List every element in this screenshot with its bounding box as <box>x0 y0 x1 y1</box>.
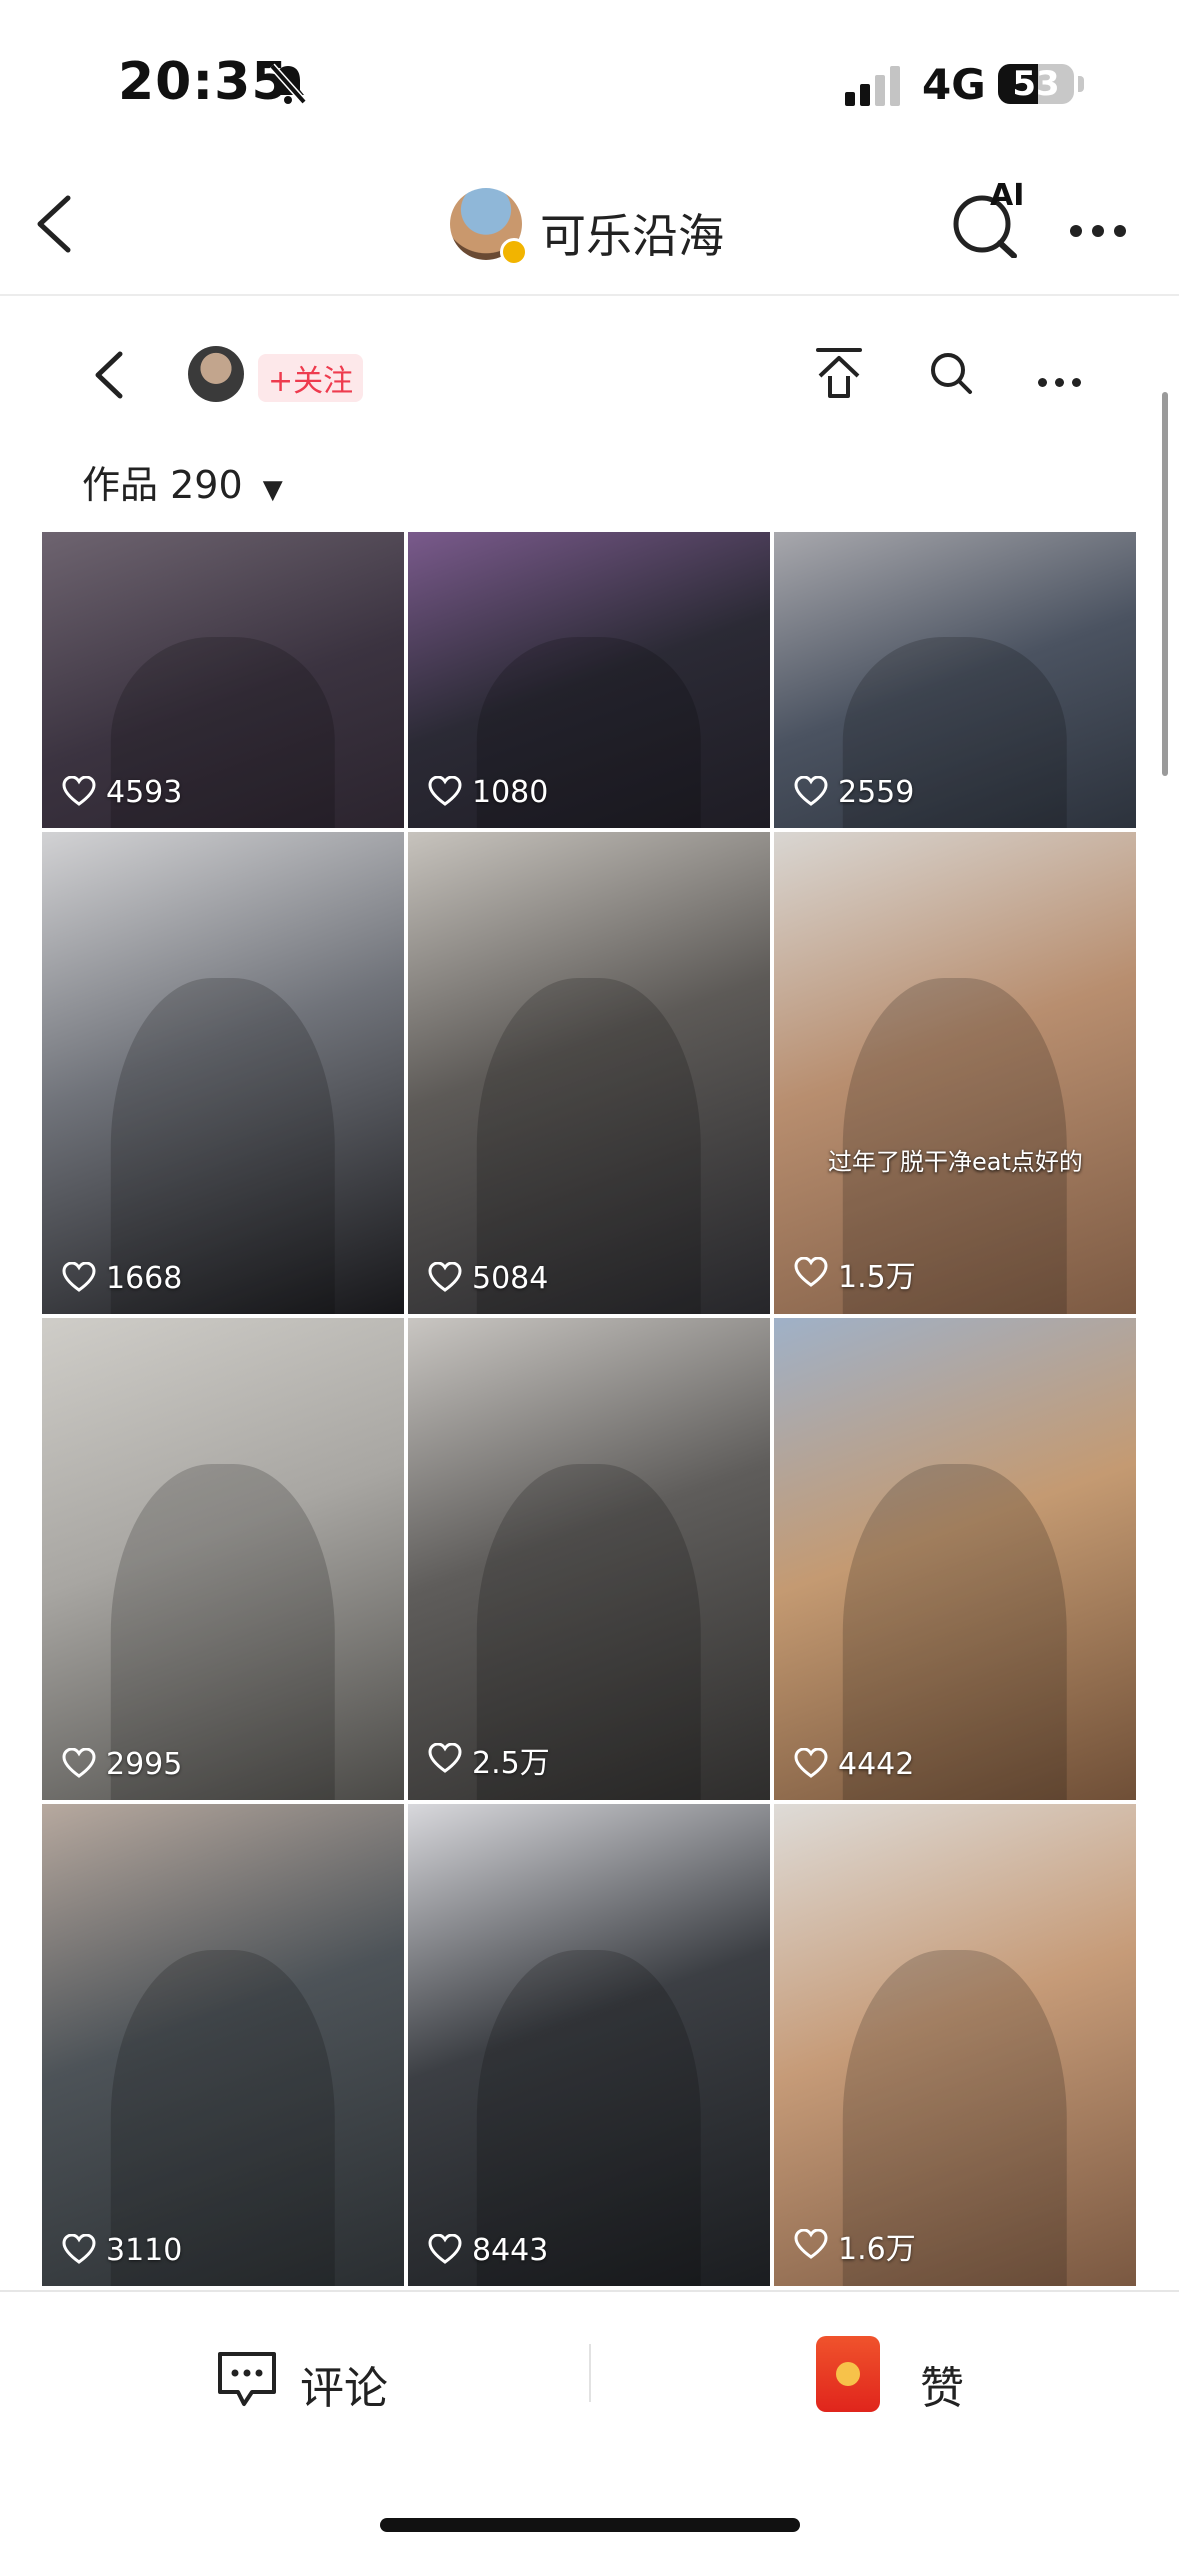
comment-button[interactable] <box>214 2348 280 2414</box>
red-envelope-icon[interactable] <box>816 2336 880 2412</box>
like-count: 5084 <box>472 1261 549 1296</box>
heart-icon <box>428 1260 462 1296</box>
comment-label[interactable]: 评论 <box>300 2352 388 2416</box>
silent-bell-icon <box>268 62 308 110</box>
works-count: 290 <box>170 463 243 507</box>
chevron-left-icon <box>37 195 71 253</box>
video-thumbnail[interactable]: 8443 <box>408 1804 770 2286</box>
heart-icon <box>62 2232 96 2268</box>
like-count-overlay: 2559 <box>794 774 915 810</box>
video-thumbnail[interactable]: 2.5万 <box>408 1318 770 1800</box>
like-count: 2559 <box>838 775 915 810</box>
page-title: 可乐沿海 <box>540 209 724 263</box>
share-button[interactable] <box>812 346 866 406</box>
heart-icon <box>428 1742 462 1777</box>
top-header: 可乐沿海 AI <box>0 150 1179 296</box>
profile-search-button[interactable] <box>928 350 974 400</box>
like-count-overlay: 1668 <box>62 1260 183 1296</box>
heart-icon <box>62 774 96 810</box>
like-count-overlay: 2.5万 <box>428 1738 550 1782</box>
heart-icon <box>62 1260 96 1296</box>
heart-icon <box>62 1746 96 1782</box>
like-count: 1.5万 <box>838 1260 916 1295</box>
cellular-signal-icon <box>845 66 905 110</box>
more-dot <box>1055 378 1064 387</box>
comment-icon <box>218 2352 276 2406</box>
video-caption: 过年了脱干净eat点好的 <box>828 1148 1083 1176</box>
like-count: 8443 <box>472 2233 549 2268</box>
profile-avatar[interactable] <box>188 346 244 402</box>
like-count-overlay: 8443 <box>428 2232 549 2268</box>
dropdown-triangle-icon: ▼ <box>262 475 283 505</box>
profile-back-button[interactable] <box>92 348 128 406</box>
like-count-overlay: 2995 <box>62 1746 183 1782</box>
status-bar: 20:35 4G 53 <box>0 0 1179 150</box>
more-dot <box>1072 378 1081 387</box>
verified-badge-icon <box>500 238 528 266</box>
heart-icon <box>794 774 828 810</box>
like-count-overlay: 3110 <box>62 2232 183 2268</box>
video-thumbnail[interactable]: 3110 <box>42 1804 404 2286</box>
envelope-seal <box>836 2362 860 2386</box>
like-label[interactable]: 赞 <box>920 2352 964 2416</box>
video-thumbnail[interactable]: 2559 <box>774 532 1136 828</box>
battery-icon: 53 <box>998 64 1074 104</box>
home-indicator <box>380 2518 800 2532</box>
bottom-action-bar: 评论 赞 <box>0 2290 1179 2558</box>
like-count: 2995 <box>106 1747 183 1782</box>
battery-tip <box>1078 76 1084 92</box>
battery-level: 53 <box>1012 64 1060 104</box>
like-count-overlay: 1.6万 <box>794 2224 916 2268</box>
video-thumbnail[interactable]: 1080 <box>408 532 770 828</box>
video-thumbnail[interactable]: 1668 <box>42 832 404 1314</box>
scrollbar[interactable] <box>1162 392 1168 776</box>
video-thumbnail[interactable]: 4442 <box>774 1318 1136 1800</box>
like-count: 3110 <box>106 2233 183 2268</box>
video-thumbnail[interactable]: 4593 <box>42 532 404 828</box>
profile-screenshot: +关注 作品 290 ▼ 4593 1080 2559 1668 5084 过年了脱干净e… <box>0 296 1179 2286</box>
heart-icon <box>428 2232 462 2268</box>
video-thumbnail[interactable]: 过年了脱干净eat点好的 1.5万 <box>774 832 1136 1314</box>
like-count-overlay: 1080 <box>428 774 549 810</box>
heart-icon <box>428 774 462 810</box>
chevron-left-icon <box>95 351 123 399</box>
video-thumbnail[interactable]: 2995 <box>42 1318 404 1800</box>
video-thumbnail[interactable]: 5084 <box>408 832 770 1314</box>
like-count-overlay: 5084 <box>428 1260 549 1296</box>
heart-icon <box>794 1746 828 1782</box>
profile-more-button[interactable] <box>1038 372 1089 391</box>
like-count-overlay: 1.5万 <box>794 1252 916 1296</box>
back-button[interactable] <box>30 192 80 260</box>
like-count: 4442 <box>838 1747 915 1782</box>
works-label: 作品 <box>82 463 159 507</box>
follow-button[interactable]: +关注 <box>258 354 364 402</box>
share-icon <box>816 348 862 398</box>
divider <box>589 2344 591 2402</box>
more-dot <box>1092 225 1104 237</box>
heart-icon <box>794 1256 828 1291</box>
more-dot <box>1114 225 1126 237</box>
heart-icon <box>794 2228 828 2263</box>
more-dot <box>1070 225 1082 237</box>
video-thumbnail[interactable]: 1.6万 <box>774 1804 1136 2286</box>
like-count: 4593 <box>106 775 183 810</box>
like-count: 1.6万 <box>838 2232 916 2267</box>
like-count: 2.5万 <box>472 1746 550 1781</box>
more-button[interactable] <box>1070 222 1136 241</box>
like-count-overlay: 4593 <box>62 774 183 810</box>
search-icon <box>931 353 972 394</box>
status-time: 20:35 <box>118 52 289 112</box>
network-type: 4G <box>922 60 986 109</box>
ai-label: AI <box>990 178 1025 213</box>
more-dot <box>1038 378 1047 387</box>
works-filter[interactable]: 作品 290 ▼ <box>82 454 283 509</box>
like-count-overlay: 4442 <box>794 1746 915 1782</box>
like-count: 1668 <box>106 1261 183 1296</box>
like-count: 1080 <box>472 775 549 810</box>
